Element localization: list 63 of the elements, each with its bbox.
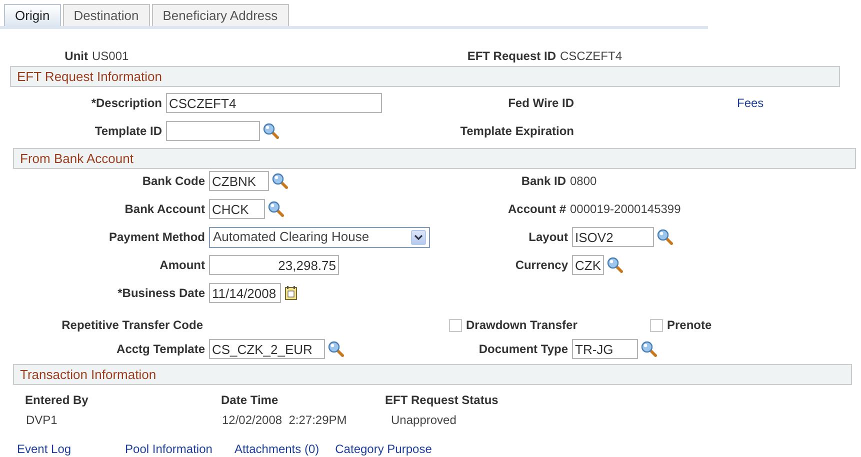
section-header: From Bank Account xyxy=(13,148,856,169)
field-label: EFT Request ID xyxy=(466,48,557,65)
link[interactable]: Attachments (0) xyxy=(234,440,320,457)
input-field[interactable]: CHCK xyxy=(209,199,265,219)
field-label: Account # xyxy=(506,201,567,218)
search-icon[interactable] xyxy=(641,341,657,357)
table-cell-text: 12/02/2008 2:27:29PM xyxy=(222,412,348,429)
input-field[interactable]: ISOV2 xyxy=(572,227,654,247)
search-icon[interactable] xyxy=(607,257,623,273)
table-cell-text: DVP1 xyxy=(26,412,58,429)
fees-link[interactable]: Fees xyxy=(737,94,764,112)
link[interactable]: Category Purpose xyxy=(335,440,432,457)
tab[interactable]: Beneficiary Address xyxy=(152,4,289,26)
input-field[interactable] xyxy=(166,121,260,141)
column-header: Entered By xyxy=(25,392,90,409)
tab[interactable]: Destination xyxy=(62,4,150,26)
dropdown[interactable]: Automated Clearing House xyxy=(209,226,430,248)
field-label: Bank ID xyxy=(520,173,567,190)
field-label: Acctg Template xyxy=(116,341,206,358)
search-icon[interactable] xyxy=(263,123,279,139)
table-cell-text: Unapproved xyxy=(390,412,458,429)
input-field[interactable]: 23,298.75 xyxy=(209,255,339,275)
field-value: CSCZEFT4 xyxy=(560,48,622,65)
search-icon[interactable] xyxy=(328,341,344,357)
field-label: Amount xyxy=(158,257,206,274)
link[interactable]: Pool Information xyxy=(125,440,212,457)
input-field[interactable]: CSCZEFT4 xyxy=(166,93,382,113)
field-label: Document Type xyxy=(478,341,569,358)
input-field[interactable]: CS_CZK_2_EUR xyxy=(209,339,325,359)
field-value: US001 xyxy=(92,48,129,65)
input-field[interactable]: TR-JG xyxy=(572,339,638,359)
input-field[interactable]: CZK xyxy=(572,255,604,275)
field-label: Currency xyxy=(514,257,569,274)
field-label: Template Expiration xyxy=(459,123,575,140)
field-value: 0800 xyxy=(570,173,597,190)
field-label: *Business Date xyxy=(116,285,206,302)
column-header: EFT Request Status xyxy=(385,392,500,409)
section-header: Transaction Information xyxy=(13,364,852,385)
field-label: *Description xyxy=(90,95,163,112)
input-field[interactable]: 11/14/2008 xyxy=(209,283,281,303)
field-label: Unit xyxy=(64,48,89,65)
caret-icon xyxy=(414,234,423,240)
search-icon[interactable] xyxy=(657,229,673,245)
field-value: 000019-2000145399 xyxy=(570,201,681,218)
checkbox[interactable] xyxy=(449,318,462,332)
checkbox-label: Prenote xyxy=(667,317,712,334)
field-label: Layout xyxy=(528,229,569,246)
column-header: Date Time xyxy=(221,392,280,409)
section-header: EFT Request Information xyxy=(10,66,840,87)
tab[interactable]: Origin xyxy=(4,4,61,26)
search-icon[interactable] xyxy=(268,201,284,217)
link[interactable]: Event Log xyxy=(17,440,72,457)
field-label: Fed Wire ID xyxy=(507,95,575,112)
input-field[interactable]: CZBNK xyxy=(209,171,269,191)
checkbox-label: Drawdown Transfer xyxy=(466,317,578,334)
field-label: Payment Method xyxy=(108,229,206,246)
field-label: Repetitive Transfer Code xyxy=(60,317,204,334)
calendar-icon[interactable] xyxy=(285,286,297,300)
checkbox[interactable] xyxy=(650,318,663,332)
field-label: Bank Account xyxy=(124,201,206,218)
field-label: Bank Code xyxy=(141,173,206,190)
field-label: Template ID xyxy=(94,123,163,140)
search-icon[interactable] xyxy=(272,173,288,189)
